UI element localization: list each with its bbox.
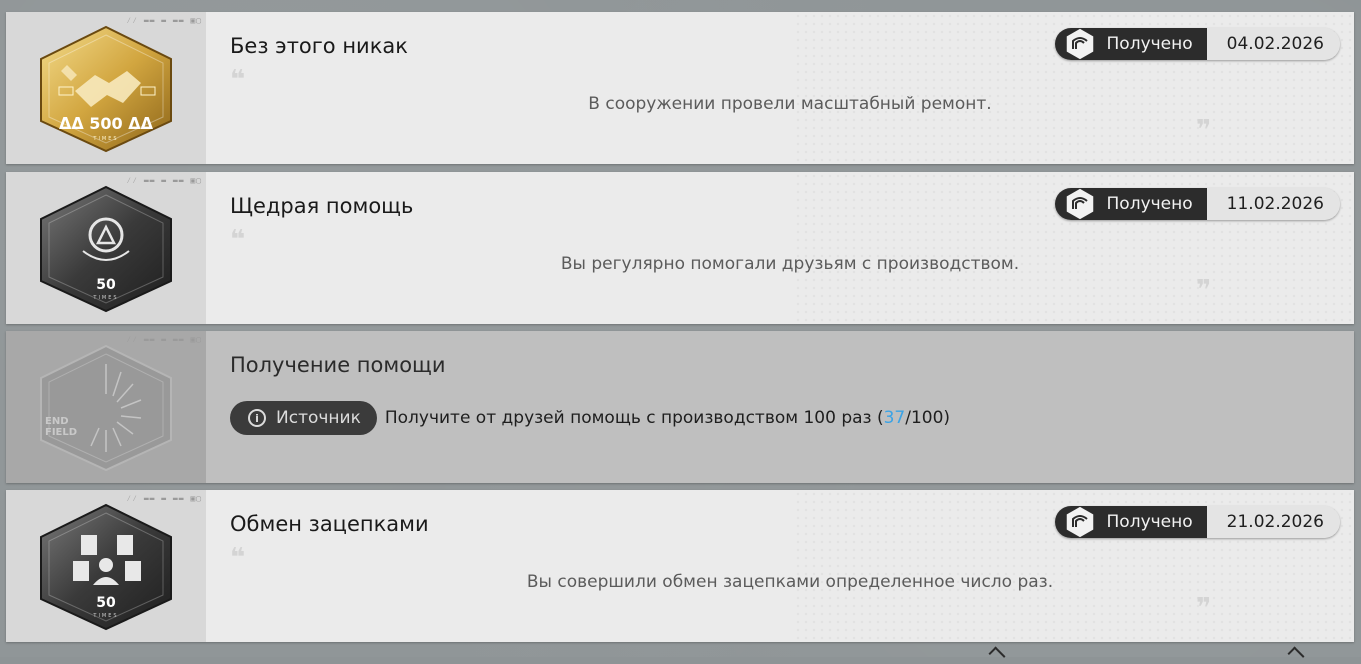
source-button[interactable]: i Источник (230, 401, 377, 435)
achievement-description: Вы совершили обмен зацепками определенно… (526, 572, 1054, 592)
status-label: Получено (1106, 194, 1193, 214)
achievement-title: Щедрая помощь (230, 194, 414, 218)
badge-column: ⁄⁄ ▬▬ ▬ ▬▬ ▣▢ 50 TIMES (6, 172, 206, 324)
achievement-card-locked[interactable]: ⁄⁄ ▬▬ ▬ ▬▬ ▣▢ END FIELD Получение помощи… (6, 331, 1354, 483)
quote-close-icon: ❞ (1196, 275, 1212, 305)
achievement-description: В сооружении провели масштабный ремонт. (588, 94, 992, 114)
requirement-prefix: Получите от друзей помощь с производство… (384, 408, 884, 428)
svg-text:ᐃᐃ 500 ᐃᐃ: ᐃᐃ 500 ᐃᐃ (59, 114, 154, 133)
dark-documents-badge-icon: 50 TIMES (37, 503, 175, 631)
status-badge: Получено 21.02.2026 (1054, 506, 1340, 538)
gold-handshake-badge-icon: ᐃᐃ 500 ᐃᐃ TIMES (37, 25, 175, 153)
signal-hex-icon (1064, 28, 1095, 60)
status-badge: Получено 04.02.2026 (1054, 28, 1340, 60)
date-label: 04.02.2026 (1206, 28, 1340, 60)
achievement-card[interactable]: ⁄⁄ ▬▬ ▬ ▬▬ ▣▢ 50 TIMES Обмен зацепками ❝… (6, 490, 1354, 642)
date-label: 21.02.2026 (1206, 506, 1340, 538)
quote-open-icon: ❝ (230, 225, 246, 255)
svg-text:FIELD: FIELD (45, 427, 77, 438)
signal-hex-icon (1064, 188, 1095, 220)
achievement-title: Обмен зацепками (230, 512, 429, 536)
badge-column: ⁄⁄ ▬▬ ▬ ▬▬ ▣▢ 50 TIMES (6, 490, 206, 642)
achievement-title: Без этого никак (230, 34, 408, 58)
status-label: Получено (1106, 34, 1193, 54)
badge-column: ⁄⁄ ▬▬ ▬ ▬▬ ▣▢ END FIELD (6, 331, 206, 483)
info-icon: i (248, 409, 266, 427)
quote-open-icon: ❝ (230, 543, 246, 573)
status-label: Получено (1106, 512, 1193, 532)
date-label: 11.02.2026 (1206, 188, 1340, 220)
locked-endfield-badge-icon: END FIELD (37, 344, 175, 472)
quote-close-icon: ❞ (1196, 593, 1212, 623)
progress-suffix: /100) (905, 408, 951, 428)
achievement-card[interactable]: ⁄⁄ ▬▬ ▬ ▬▬ ▣▢ ᐃᐃ 500 ᐃᐃ TIMES Без этого … (6, 12, 1354, 164)
svg-text:TIMES: TIMES (92, 136, 118, 142)
svg-text:TIMES: TIMES (92, 613, 118, 619)
progress-current: 37 (883, 408, 906, 428)
signal-hex-icon (1064, 506, 1095, 538)
achievement-description: Вы регулярно помогали друзьям с производ… (560, 254, 1020, 274)
achievement-card[interactable]: ⁄⁄ ▬▬ ▬ ▬▬ ▣▢ 50 TIMES Щедрая помощь ❝ В… (6, 172, 1354, 324)
status-badge: Получено 11.02.2026 (1054, 188, 1340, 220)
svg-text:50: 50 (96, 277, 116, 293)
svg-text:50: 50 (96, 595, 116, 611)
dark-help-badge-icon: 50 TIMES (37, 185, 175, 313)
svg-text:END: END (45, 416, 69, 427)
quote-close-icon: ❞ (1196, 115, 1212, 145)
requirement-row: i Источник Получите от друзей помощь с п… (230, 401, 950, 435)
requirement-text: Получите от друзей помощь с производство… (385, 408, 950, 428)
achievement-title: Получение помощи (230, 353, 446, 377)
source-button-label: Источник (276, 408, 361, 428)
badge-column: ⁄⁄ ▬▬ ▬ ▬▬ ▣▢ ᐃᐃ 500 ᐃᐃ TIMES (6, 12, 206, 164)
quote-open-icon: ❝ (230, 65, 246, 95)
svg-text:TIMES: TIMES (92, 295, 118, 301)
